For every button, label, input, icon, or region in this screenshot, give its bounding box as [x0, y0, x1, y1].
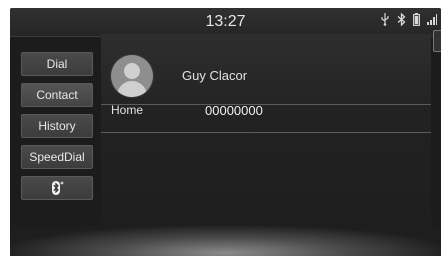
bottom-reflection	[10, 226, 441, 256]
signal-icon	[427, 14, 437, 28]
speeddial-button[interactable]: SpeedDial	[21, 145, 93, 169]
contact-header: Guy Clacor	[101, 52, 431, 97]
avatar	[111, 55, 153, 97]
status-bar: 13:27	[10, 8, 441, 36]
battery-icon	[413, 13, 420, 29]
bluetooth-icon	[397, 12, 406, 29]
avatar-body	[117, 81, 147, 97]
avatar-head	[124, 63, 140, 79]
dial-button[interactable]: Dial	[21, 52, 93, 76]
contact-button[interactable]: Contact	[21, 83, 93, 107]
phone-type-label: Home	[111, 103, 144, 117]
history-button[interactable]: History	[21, 114, 93, 138]
contact-name: Guy Clacor	[182, 68, 248, 83]
usb-icon	[380, 13, 390, 29]
scroll-tab[interactable]	[433, 30, 441, 52]
phone-number-row[interactable]: Home 00000000	[101, 100, 431, 126]
bluetooth-settings-button[interactable]	[21, 176, 93, 200]
bluetooth-settings-icon	[52, 181, 64, 195]
phone-menu: Dial Contact History SpeedDial	[21, 52, 93, 207]
row-divider	[101, 132, 431, 133]
clock: 13:27	[205, 13, 246, 30]
status-icons	[380, 12, 437, 29]
phone-number: 00000000	[205, 103, 263, 118]
